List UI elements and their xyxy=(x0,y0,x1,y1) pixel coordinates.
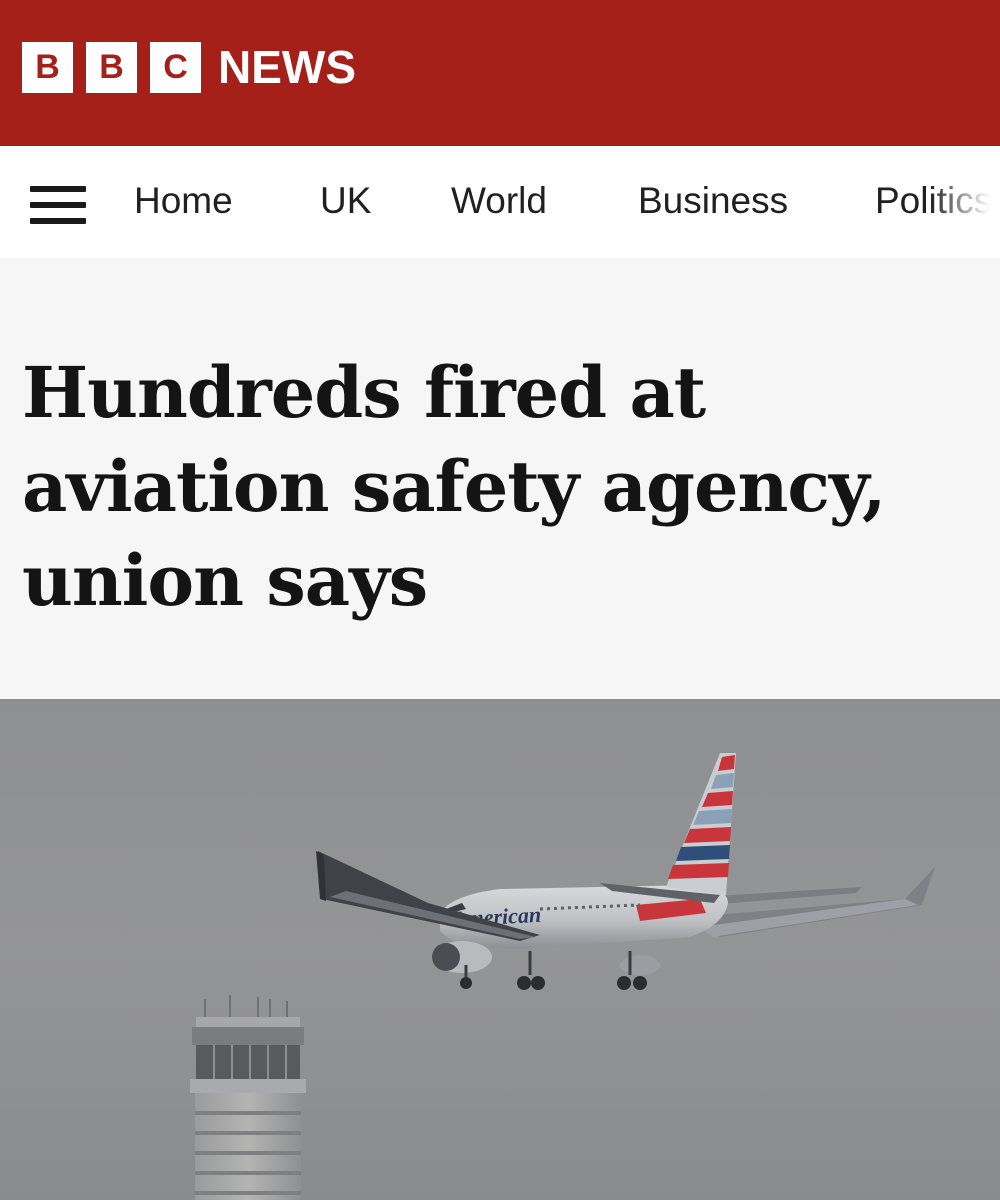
article-header: Hundreds fired at aviation safety agency… xyxy=(0,258,1000,699)
logo-news-word: NEWS xyxy=(218,41,356,93)
nav-item-world[interactable]: World xyxy=(451,180,547,222)
nav-item-business[interactable]: Business xyxy=(638,180,788,222)
primary-nav: Home UK World Business Politics xyxy=(0,146,1000,258)
bbc-news-logo[interactable]: B B C NEWS xyxy=(22,42,356,93)
sky-background xyxy=(0,699,1000,1200)
nav-item-home[interactable]: Home xyxy=(134,180,233,222)
menu-bar-line xyxy=(30,186,86,192)
hero-image[interactable]: American xyxy=(0,699,1000,1200)
menu-bar-line xyxy=(30,218,86,224)
logo-block-c: C xyxy=(150,42,201,93)
control-tower xyxy=(190,995,306,1200)
logo-block-b2: B xyxy=(86,42,137,93)
nav-item-uk[interactable]: UK xyxy=(320,180,371,222)
menu-bar-line xyxy=(30,202,86,208)
nav-item-politics[interactable]: Politics xyxy=(875,180,992,222)
hamburger-menu-icon[interactable] xyxy=(30,186,86,224)
article-headline: Hundreds fired at aviation safety agency… xyxy=(22,351,886,622)
masthead: B B C NEWS xyxy=(0,0,1000,146)
logo-block-b1: B xyxy=(22,42,73,93)
